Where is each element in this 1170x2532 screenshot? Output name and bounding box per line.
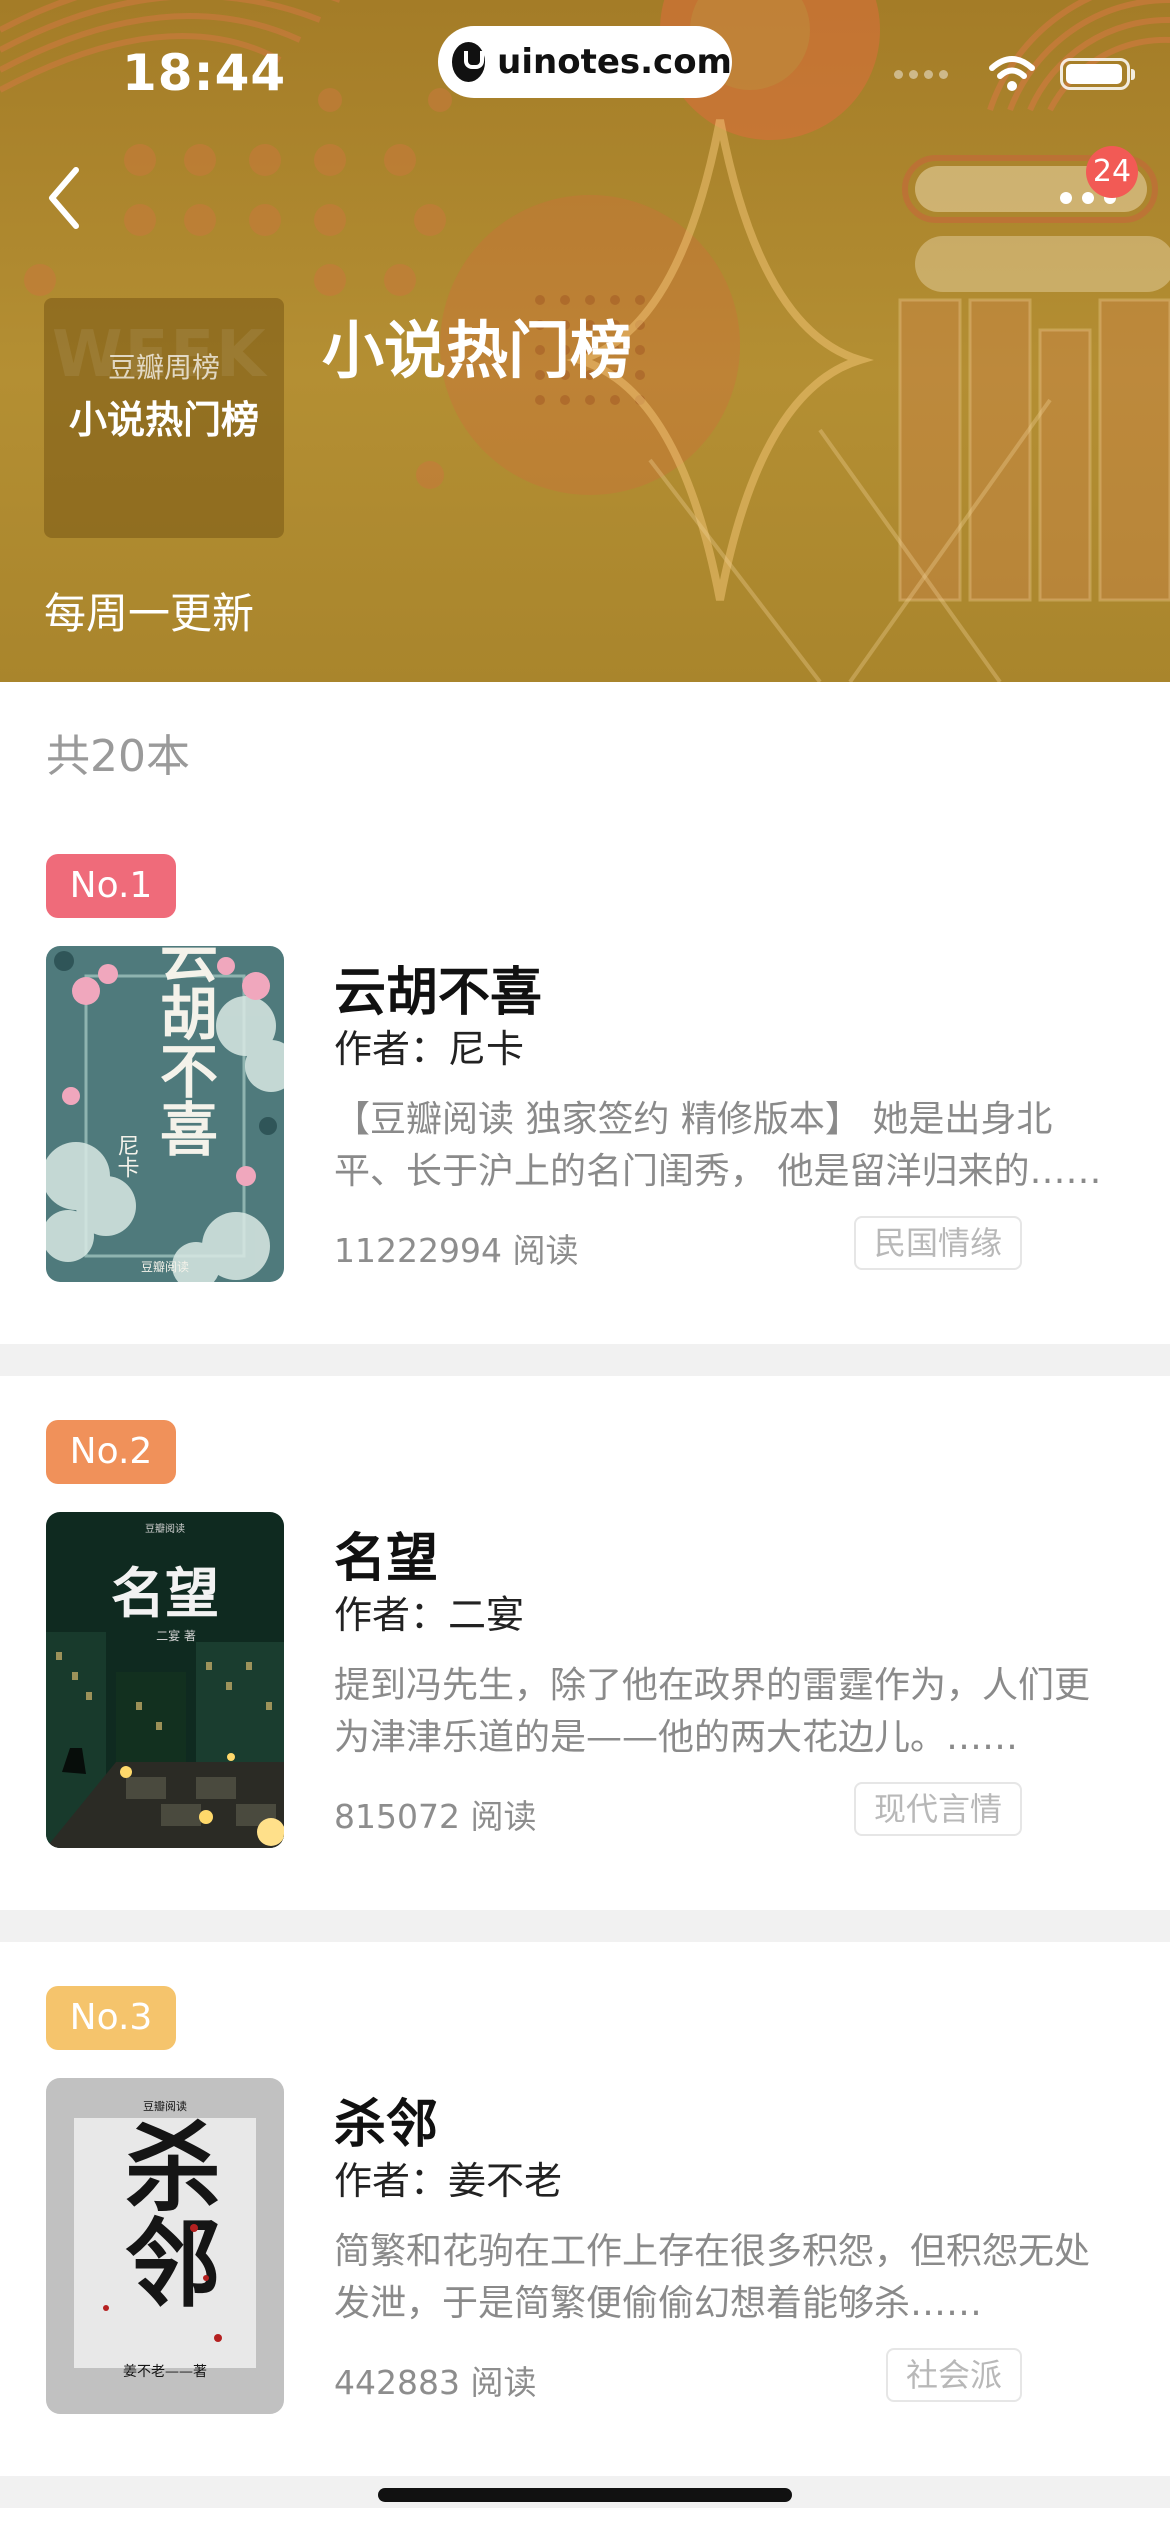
cover-art-brand: 豆瓣阅读 [145, 1522, 185, 1535]
book-genre-tag[interactable]: 现代言情 [853, 1782, 1022, 1836]
rank-badge: No.3 [46, 1986, 176, 2050]
cover-art-brand: 豆瓣阅读 [143, 2099, 187, 2113]
cover-subtitle: 豆瓣周榜 [107, 351, 220, 384]
back-button[interactable] [38, 160, 94, 238]
cover-art-author: 尼卡 [114, 1134, 139, 1178]
notification-badge: 24 [1086, 146, 1138, 198]
total-count: 共20本 [46, 731, 190, 782]
update-note: 每周一更新 [44, 589, 255, 638]
book-cover[interactable]: 名望 二宴 著 豆瓣阅读 [46, 1512, 284, 1848]
book-title[interactable]: 杀邻 [334, 2082, 438, 2157]
uinotes-logo-icon [452, 42, 486, 82]
book-author: 作者：尼卡 [334, 1027, 525, 1071]
book-card-2[interactable]: No.2 名望 二宴 著 豆瓣阅读 名望 作者：二宴 提到冯先生，除了他在政界的… [0, 1420, 1170, 1950]
book-author: 作者：姜不老 [334, 2159, 563, 2203]
chevron-left-icon [49, 167, 79, 229]
book-description: 提到冯先生，除了他在政界的雷霆作为，人们更为津津乐道的是——他的两大花边儿。…… [334, 1665, 1091, 1758]
rank-badge: No.1 [46, 854, 176, 918]
rank-badge: No.2 [46, 1420, 176, 1484]
url-text: uinotes.com [497, 42, 732, 82]
ranking-header: 18:44 uinotes.com 24 WEEK 豆瓣周榜 小说热门榜 小说热… [0, 0, 1170, 682]
cover-art-author: 姜不老——著 [123, 2364, 207, 2380]
book-card-1[interactable]: No.1 云胡不喜 尼卡 豆瓣阅读 云胡不喜 作者：尼卡 【豆瓣阅读 独家签约 … [0, 854, 1170, 1384]
status-indicators [894, 56, 1135, 92]
book-title[interactable]: 云胡不喜 [334, 950, 542, 1025]
book-cover-art: 杀邻 姜不老——著 豆瓣阅读 [46, 2078, 284, 2414]
cover-art-title: 名望 [111, 1562, 219, 1625]
wifi-icon [989, 56, 1035, 91]
status-time: 18:44 [122, 44, 287, 102]
page: 18:44 uinotes.com 24 WEEK 豆瓣周榜 小说热门榜 小说热… [0, 0, 1170, 2532]
book-read-count: 442883 阅读 [334, 2363, 537, 2402]
card-separator [0, 1910, 1170, 1942]
book-genre-tag[interactable]: 民国情缘 [853, 1216, 1022, 1270]
cover-art-author: 二宴 著 [156, 1628, 196, 1643]
book-cover[interactable]: 杀邻 姜不老——著 豆瓣阅读 [46, 2078, 284, 2414]
list-cover: WEEK 豆瓣周榜 小说热门榜 [44, 298, 284, 538]
cover-title: 小说热门榜 [68, 398, 259, 442]
url-pill: uinotes.com [438, 26, 732, 98]
signal-icon [894, 69, 948, 79]
book-author: 作者：二宴 [334, 1593, 525, 1637]
book-description: 【豆瓣阅读 独家签约 精修版本】 她是出身北平、长于沪上的名门闺秀， 他是留洋归… [334, 1099, 1102, 1192]
book-read-count: 815072 阅读 [334, 1797, 537, 1836]
book-genre-tag[interactable]: 社会派 [885, 2348, 1022, 2402]
book-cover[interactable]: 云胡不喜 尼卡 豆瓣阅读 [46, 946, 284, 1282]
book-cover-art: 云胡不喜 尼卡 豆瓣阅读 [46, 946, 284, 1282]
book-card-3[interactable]: No.3 杀邻 姜不老——著 豆瓣阅读 杀邻 作者：姜不老 简繁和花驹在工作上存… [0, 1986, 1170, 2516]
cover-art-brand: 豆瓣阅读 [141, 1260, 189, 1274]
battery-icon [1060, 58, 1135, 90]
cover-art-title: 云胡不喜 [150, 946, 218, 1157]
book-read-count: 11222994 阅读 [334, 1231, 579, 1270]
book-description: 简繁和花驹在工作上存在很多积怨，但积怨无处发泄，于是简繁便偷偷幻想着能够杀…… [334, 2231, 1091, 2324]
home-indicator [378, 2488, 792, 2502]
book-title[interactable]: 名望 [334, 1516, 438, 1591]
page-title: 小说热门榜 [322, 314, 633, 387]
book-cover-art: 名望 二宴 著 豆瓣阅读 [46, 1512, 284, 1848]
card-separator [0, 1344, 1170, 1376]
